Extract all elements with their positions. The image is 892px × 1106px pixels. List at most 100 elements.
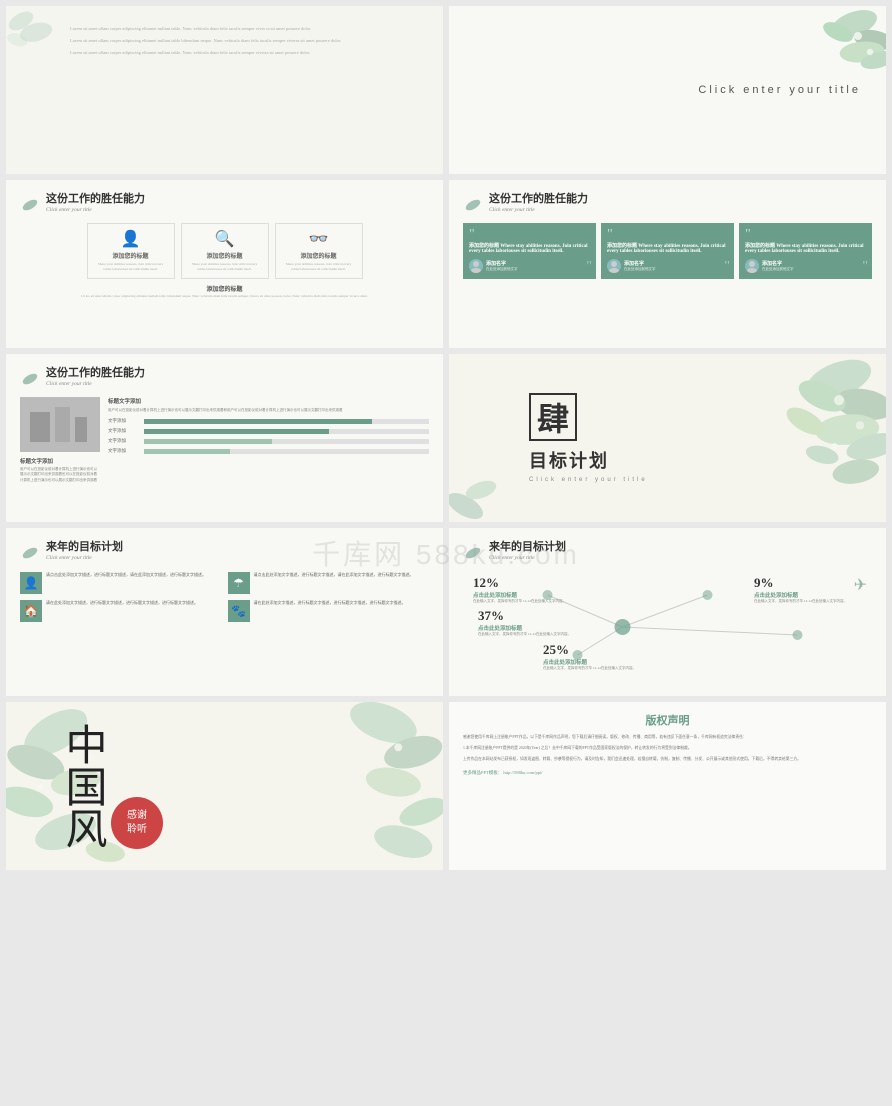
- slide4-subheading: Click enter your title: [489, 207, 588, 213]
- card1-title: 添加您的标题: [94, 251, 168, 260]
- slide-3: 这份工作的胜任能力 Click enter your title 👤 添加您的标…: [6, 180, 443, 348]
- stat9-label: 点击此处添加标题: [754, 591, 847, 599]
- slide4-heading: 这份工作的胜任能力: [489, 190, 588, 206]
- avatar-1: [469, 259, 483, 273]
- goal-icon-3: 🏠: [20, 600, 42, 622]
- slide2-title: Click enter your title: [698, 84, 861, 96]
- slide5-left-text: 用户可以在投影仪前对着计算机上进行演示也可以展示示文翻打印出来供观看也可以在投影…: [20, 467, 100, 483]
- stat-37: 37% 点击此处添加标题 在此输入文字，发挥你写的才华 12-12在此处输入文字…: [478, 608, 571, 637]
- link-url: http://588ku.com/ppt/: [503, 770, 542, 775]
- quote2-sub: 在此处添加其他文字: [624, 267, 656, 272]
- bar-label-2: 文字添加: [108, 428, 140, 434]
- slide10-para-3: 上传作品在本网站发布已获授权，如发现盗图、转载、抄袭等侵权行为，请及时告知，我们…: [463, 756, 872, 763]
- avatar-3: [745, 259, 759, 273]
- stat9-number: 9%: [754, 575, 847, 591]
- goal-text-2: 请点击此处添加文字描述，进行标题文字描述，请在此添加文字描述，进行标题文字描述。: [254, 572, 414, 578]
- slide3-card-1: 👤 添加您的标题 Share your abilities reasons. J…: [87, 223, 175, 279]
- card3-text: Share your abilities reasons. Join criti…: [282, 262, 356, 273]
- slide5-subheading: Click enter your title: [46, 381, 145, 387]
- slide3-card-3: 👓 添加您的标题 Share your abilities reasons. J…: [275, 223, 363, 279]
- stat37-text: 在此输入文字，发挥你写的才华 12-12在此处输入文字内容。: [478, 632, 571, 637]
- stat37-label: 点击此处添加标题: [478, 624, 571, 632]
- goal-text-3: 请在此处添加文字描述，进行标题文字描述，进行标题文字描述，进行标题文字描述。: [46, 600, 198, 606]
- slide9-title: 中国风: [61, 723, 103, 849]
- bar-fill-1: [144, 419, 372, 424]
- slide1-text-3: Lorem sit amet ullam corper adipiscing e…: [70, 49, 429, 57]
- slide5-right-text: 用户可以在投影仪前对着计算机上进行演示也可以展示文翻打印出来供观看和用户可以在投…: [108, 408, 429, 413]
- slide6-title: 目标计划: [529, 447, 648, 473]
- slide-1: Lorem sit amet ullam corper adipiscing e…: [6, 6, 443, 174]
- goal-item-1: 👤 请点击此处添加文字描述，进行标题文字描述，请在此添加文字描述，进行标题文字描…: [20, 572, 222, 594]
- stat-25: 25% 点击此处添加标题 在此输入文字，发挥你写的才华 12-12在此处输入文字…: [543, 642, 636, 671]
- card2-title: 添加您的标题: [188, 251, 262, 260]
- slide10-title: 版权声明: [463, 712, 872, 728]
- bar-row-1: 文字添加: [108, 418, 429, 424]
- quote2-title: 添加您的标题 Where stay abilities reasons. Joi…: [607, 242, 728, 254]
- slide7-subheading: Click enter your title: [46, 555, 123, 561]
- slide-10: 版权声明 感谢您使用千库网上注册账户PPT作品，以下是千库网作品声明，您下载后请…: [449, 702, 886, 870]
- floral-bottom-left: [449, 442, 529, 522]
- quote1-title: 添加您的标题 Where stay abilities reasons. Joi…: [469, 242, 590, 254]
- slide4-quote-2: " 添加您的标题 Where stay abilities reasons. J…: [601, 223, 734, 279]
- slide-grid: Lorem sit amet ullam corper adipiscing e…: [0, 0, 892, 876]
- stat12-number: 12%: [473, 575, 566, 591]
- stat12-label: 点击此处添加标题: [473, 591, 566, 599]
- goal-item-4: 🐾 请在此处添加文字描述，进行标题文字描述，进行标题文字描述，进行标题文字描述。: [228, 600, 430, 622]
- card3-icon: 👓: [282, 229, 356, 249]
- bar-fill-3: [144, 439, 272, 444]
- goal-text-1: 请点击此处添加文字描述，进行标题文字描述，请在此添加文字描述，进行标题文字描述。: [46, 572, 206, 578]
- bar-row-4: 文字添加: [108, 448, 429, 454]
- slide4-quote-3: " 添加您的标题 Where stay abilities reasons. J…: [739, 223, 872, 279]
- slide3-footer-title: 添加您的标题: [20, 284, 429, 293]
- slide8-subheading: Click enter your title: [489, 555, 566, 561]
- airplane-icon: ✈: [854, 575, 867, 595]
- goal-item-3: 🏠 请在此处添加文字描述，进行标题文字描述，进行标题文字描述，进行标题文字描述。: [20, 600, 222, 622]
- card1-text: Share your abilities reasons. Join criti…: [94, 262, 168, 273]
- quote1-sub: 在此处添加其他文字: [486, 267, 518, 272]
- stat-12: 12% 点击此处添加标题 在此输入文字，发挥你写的才华 12-12在此处输入文字…: [473, 575, 566, 604]
- slide10-link: 更多精品PPT模板： http://588ku.com/ppt/: [463, 770, 872, 776]
- stat-9: 9% 点击此处添加标题 在此输入文字，发挥你写的才华 12-12在此处输入文字内…: [754, 575, 847, 604]
- bar-fill-4: [144, 449, 230, 454]
- bar-row-3: 文字添加: [108, 438, 429, 444]
- leaf-icon-small: [20, 195, 40, 215]
- goal-icon-1: 👤: [20, 572, 42, 594]
- card2-icon: 🔍: [188, 229, 262, 249]
- stat12-text: 在此输入文字，发挥你写的才华 12-12在此处输入文字内容。: [473, 599, 566, 604]
- leaf-icon-small-4: [20, 543, 40, 563]
- slide7-heading: 来年的目标计划: [46, 538, 123, 554]
- goal-item-2: ☂ 请点击此处添加文字描述，进行标题文字描述，请在此添加文字描述，进行标题文字描…: [228, 572, 430, 594]
- stat37-number: 37%: [478, 608, 571, 624]
- slide6-subtitle: Click enter your title: [529, 477, 648, 483]
- leaf-icon-small-3: [20, 369, 40, 389]
- stat25-label: 点击此处添加标题: [543, 658, 636, 666]
- leaf-icon-small-2: [463, 195, 483, 215]
- slide10-para-2: 1.本千库网注册账户PPT提供的是 2020年(Year) 之后！去中千库网下载…: [463, 745, 872, 752]
- slide-5: 这份工作的胜任能力 Click enter your title 标题文字添加: [6, 354, 443, 522]
- card2-text: Share your abilities reasons. Join criti…: [188, 262, 262, 273]
- slide10-para-1: 感谢您使用千库网上注册账户PPT作品，以下是千库网作品声明，您下载后请仔细阅读。…: [463, 734, 872, 741]
- slide3-subheading: Click enter your title: [46, 207, 145, 213]
- bar-label-3: 文字添加: [108, 438, 140, 444]
- goal-icon-4: 🐾: [228, 600, 250, 622]
- slide1-text-1: Lorem sit amet ullam corper adipiscing e…: [70, 25, 429, 33]
- quote3-title: 添加您的标题 Where stay abilities reasons. Joi…: [745, 242, 866, 254]
- slide9-badge: 感谢 聆听: [111, 797, 163, 849]
- bar-fill-2: [144, 429, 329, 434]
- goal-icon-2: ☂: [228, 572, 250, 594]
- floral-large: [666, 354, 886, 522]
- goal-text-4: 请在此处添加文字描述，进行标题文字描述，进行标题文字描述，进行标题文字描述。: [254, 600, 406, 606]
- link-label: 更多精品PPT模板：: [463, 770, 502, 775]
- badge-line1: 感谢: [127, 809, 147, 823]
- slide-8: 来年的目标计划 Click enter your title: [449, 528, 886, 696]
- leaf-icon-small-5: [463, 543, 483, 563]
- slide6-char: 肆: [529, 393, 577, 441]
- stat25-text: 在此输入文字，发挥你写的才华 12-12在此处输入文字内容。: [543, 666, 636, 671]
- slide8-heading: 来年的目标计划: [489, 538, 566, 554]
- slide5-right-title: 标题文字添加: [108, 397, 429, 405]
- slide5-left-title: 标题文字添加: [20, 457, 100, 465]
- slide4-quote-1: " 添加您的标题 Where stay abilities reasons. J…: [463, 223, 596, 279]
- card1-icon: 👤: [94, 229, 168, 249]
- stat25-number: 25%: [543, 642, 636, 658]
- slide3-card-2: 🔍 添加您的标题 Share your abilities reasons. J…: [181, 223, 269, 279]
